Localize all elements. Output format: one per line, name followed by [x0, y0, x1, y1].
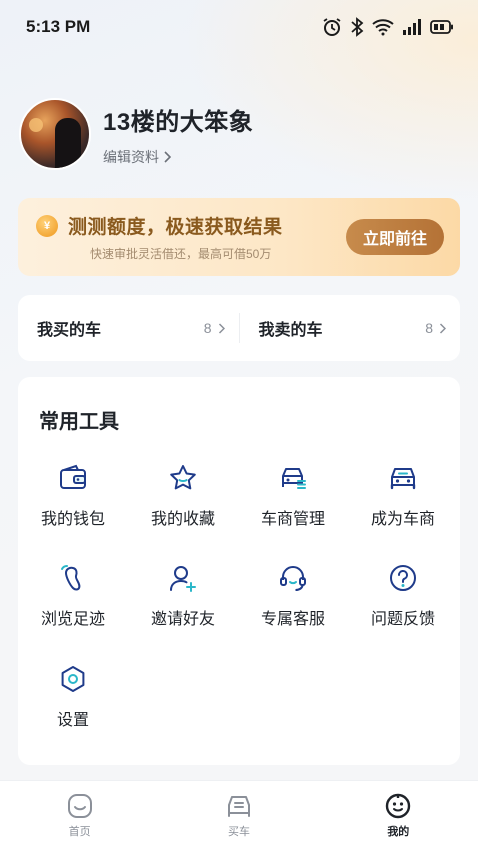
tool-customer-service-label: 专属客服 — [260, 611, 325, 628]
bought-cars-entry[interactable]: 我买的车 8 — [18, 295, 239, 361]
yuan-coin-icon: ¥ — [36, 214, 58, 237]
nav-profile-label: 我的 — [387, 826, 410, 838]
car-icon — [388, 463, 418, 493]
sold-cars-count-wrap: 8 — [425, 320, 446, 336]
nav-buy-car-label: 买车 — [227, 826, 250, 838]
edit-profile-link[interactable]: 编辑资料 — [103, 147, 253, 167]
chevron-right-icon — [218, 322, 225, 334]
avatar-sunset — [29, 118, 43, 132]
profile-header[interactable]: 13楼的大笨象 编辑资料 — [19, 98, 253, 170]
tool-become-dealer-label: 成为车商 — [370, 511, 435, 528]
status-icons — [322, 17, 454, 37]
sold-cars-count: 8 — [425, 320, 433, 336]
headset-icon — [278, 563, 308, 593]
status-bar: 5:13 PM — [0, 0, 478, 54]
tools-title: 常用工具 — [39, 411, 119, 433]
edit-profile-label: 编辑资料 — [103, 148, 159, 165]
profile-text: 13楼的大笨象 编辑资料 — [103, 102, 253, 167]
wifi-icon — [372, 19, 394, 36]
tool-footprint-label: 浏览足迹 — [40, 611, 105, 628]
tool-invite-label: 邀请好友 — [150, 611, 215, 628]
tool-footprint[interactable]: 浏览足迹 — [18, 563, 128, 629]
avatar-figure — [55, 118, 81, 168]
bought-cars-count: 8 — [203, 320, 212, 336]
tool-favorites-label: 我的收藏 — [150, 511, 215, 528]
bottom-nav: 首页 买车 我的 — [0, 780, 478, 850]
avatar[interactable] — [19, 98, 91, 170]
tool-feedback-label: 问题反馈 — [370, 611, 435, 628]
battery-icon — [430, 20, 453, 34]
profile-icon — [386, 793, 411, 819]
tool-dealer-manage-label: 车商管理 — [260, 511, 325, 528]
question-icon — [388, 563, 418, 593]
alarm-icon — [323, 18, 341, 36]
nav-home[interactable]: 首页 — [0, 781, 159, 850]
status-time: 5:13 PM — [26, 17, 91, 36]
settings-icon — [58, 664, 88, 694]
sold-cars-entry[interactable]: 我卖的车 8 — [238, 313, 461, 343]
tool-wallet-label: 我的钱包 — [40, 511, 105, 528]
nav-profile[interactable]: 我的 — [319, 781, 478, 850]
tool-dealer-manage[interactable]: 车商管理 — [238, 463, 348, 529]
bought-cars-label: 我买的车 — [37, 322, 102, 339]
credit-promo-banner[interactable]: ¥ 测测额度，极速获取结果 快速审批灵活借还，最高可借50万 立即前往 — [18, 198, 460, 276]
bluetooth-icon — [351, 17, 364, 37]
tool-feedback[interactable]: 问题反馈 — [348, 563, 458, 629]
add-friend-icon — [168, 563, 198, 593]
username: 13楼的大笨象 — [103, 108, 254, 136]
tool-wallet[interactable]: 我的钱包 — [18, 463, 128, 529]
nav-home-label: 首页 — [68, 826, 91, 838]
tool-settings-label: 设置 — [56, 712, 89, 729]
wallet-icon — [58, 463, 88, 493]
buy-car-icon — [227, 796, 250, 817]
dealer-manage-icon — [278, 463, 308, 493]
orders-card: 我买的车 8 我卖的车 8 — [18, 295, 460, 361]
tools-card: 常用工具 我的钱包 我的收藏 车商管理 成为车商 浏览足迹 邀请好友 专属客服 … — [18, 377, 460, 765]
footprint-icon — [58, 563, 88, 593]
promo-title: 测测额度，极速获取结果 — [68, 217, 283, 238]
chevron-right-icon — [439, 322, 446, 334]
sold-cars-label: 我卖的车 — [258, 322, 323, 339]
bought-cars-count-wrap: 8 — [204, 320, 225, 336]
tool-become-dealer[interactable]: 成为车商 — [348, 463, 458, 529]
tool-customer-service[interactable]: 专属客服 — [238, 563, 348, 629]
tool-settings[interactable]: 设置 — [18, 664, 128, 730]
home-icon — [67, 794, 92, 818]
chevron-right-icon — [164, 150, 171, 163]
go-now-button[interactable]: 立即前往 — [346, 219, 444, 255]
star-icon — [168, 463, 198, 493]
nav-buy-car[interactable]: 买车 — [159, 781, 318, 850]
tool-invite[interactable]: 邀请好友 — [128, 563, 238, 629]
signal-icon — [403, 19, 421, 35]
tool-favorites[interactable]: 我的收藏 — [128, 463, 238, 529]
